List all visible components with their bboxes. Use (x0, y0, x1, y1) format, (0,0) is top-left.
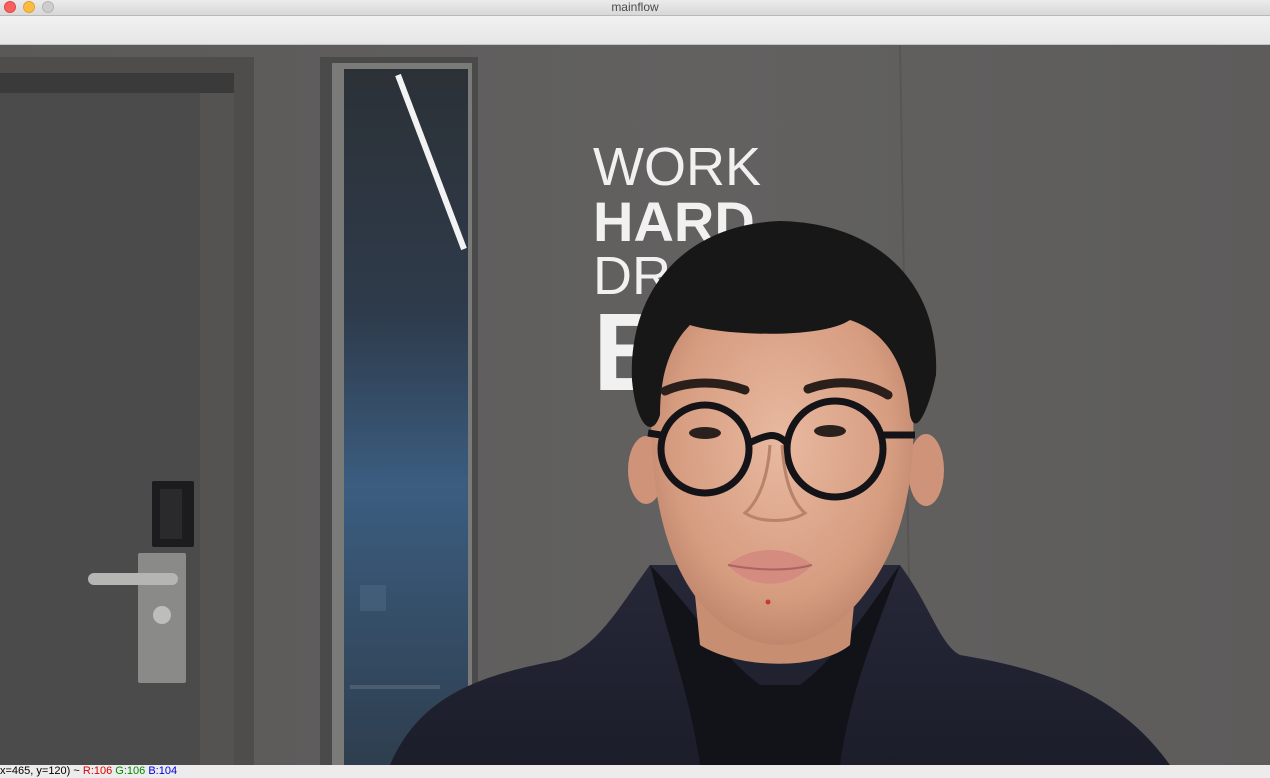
status-bar: x=465, y=120) ~ R:106 G:106 B:104 (0, 765, 1270, 778)
door (0, 57, 254, 765)
camera-frame-view[interactable]: WORK HARD DR B (0, 45, 1270, 765)
window-title-bar: mainflow (0, 0, 1270, 16)
glass-panel (320, 57, 478, 765)
green-channel-value: G:106 (115, 765, 146, 777)
blue-channel-value: B:104 (148, 765, 178, 777)
window-title: mainflow (611, 0, 659, 14)
poster-line-1: WORK (593, 137, 761, 197)
red-channel-value: R:106 (82, 765, 113, 777)
door-handle (88, 573, 178, 585)
cursor-coordinates: x=465, y=120) ~ (0, 765, 80, 777)
toolbar (0, 16, 1270, 45)
camera-frame-image: WORK HARD DR B (0, 45, 1270, 765)
